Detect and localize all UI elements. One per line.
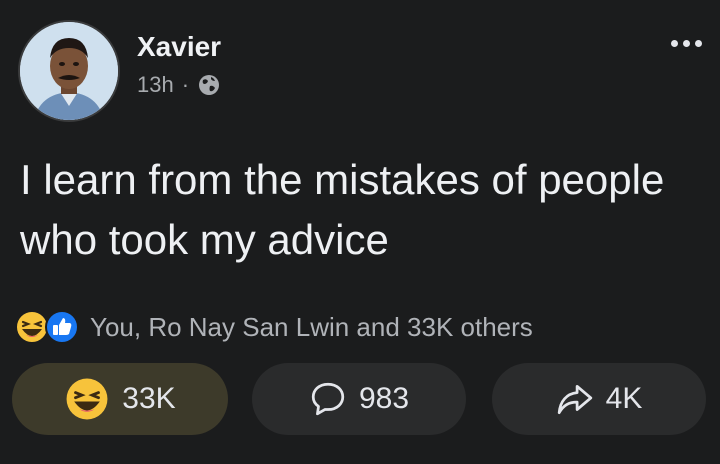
react-button[interactable]: 33K — [12, 363, 228, 435]
globe-icon[interactable] — [197, 73, 221, 97]
post-card: Xavier 13h · I learn from the mistakes o… — [0, 0, 720, 464]
share-count: 4K — [605, 382, 643, 415]
more-dots-icon — [671, 40, 678, 47]
avatar-portrait — [20, 22, 118, 120]
comment-count: 983 — [358, 382, 410, 415]
reaction-icons — [14, 309, 80, 345]
like-thumb-icon — [45, 310, 79, 344]
post-text: I learn from the mistakes of people who … — [20, 156, 665, 263]
more-dots-icon — [683, 40, 690, 47]
more-dots-icon — [695, 40, 702, 47]
share-button[interactable]: 4K — [492, 363, 706, 435]
post-meta: 13h · — [137, 72, 221, 98]
reactions-row[interactable]: You, Ro Nay San Lwin and 33K others — [14, 309, 533, 345]
author-name[interactable]: Xavier — [137, 31, 221, 63]
share-arrow-icon — [557, 384, 592, 415]
author-avatar[interactable] — [18, 20, 120, 122]
comment-bubble-icon — [311, 382, 345, 416]
comment-button[interactable]: 983 — [252, 363, 466, 435]
laughing-emoji-icon — [66, 378, 108, 420]
react-count: 33K — [122, 382, 176, 415]
reactions-summary[interactable]: You, Ro Nay San Lwin and 33K others — [90, 312, 533, 343]
meta-separator: · — [181, 72, 190, 97]
more-options-button[interactable] — [671, 40, 702, 47]
post-time[interactable]: 13h — [137, 72, 174, 98]
